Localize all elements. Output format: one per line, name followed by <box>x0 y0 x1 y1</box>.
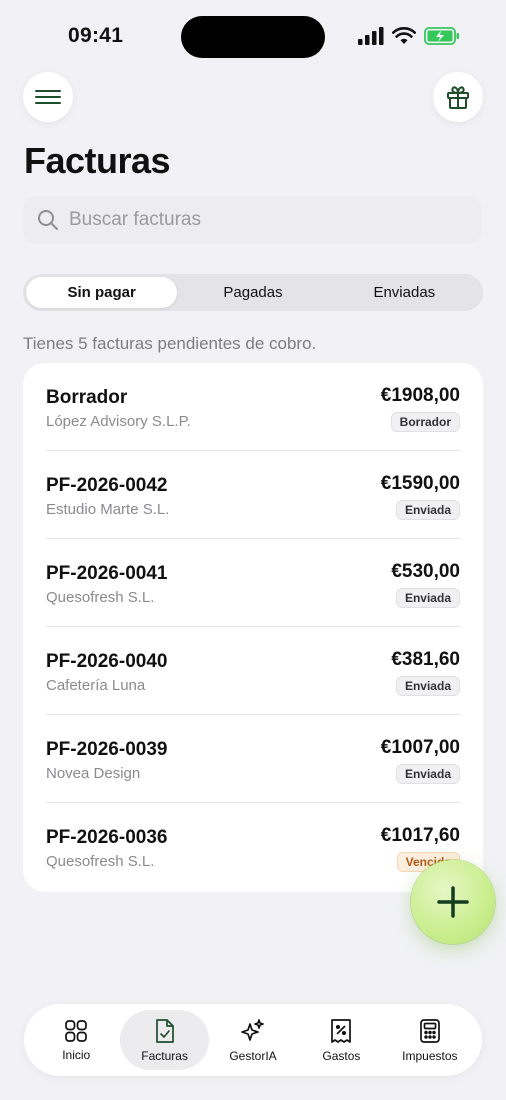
invoice-amount: €381,60 <box>391 649 460 670</box>
tab-gastos[interactable]: Gastos <box>297 1010 385 1070</box>
invoice-amount: €1007,00 <box>380 737 460 758</box>
status-badge: Borrador <box>390 412 460 432</box>
sparkles-icon <box>241 1018 264 1041</box>
status-badge: Enviada <box>395 500 460 520</box>
invoice-client: Quesofresh S.L. <box>46 853 155 870</box>
receipt-icon <box>331 1018 352 1043</box>
tab-gestoria[interactable]: GestorIA <box>209 1010 297 1070</box>
status-badge: Enviada <box>395 676 460 696</box>
invoice-row[interactable]: PF-2026-0041 Quesofresh S.L. €530,00 Env… <box>46 539 460 627</box>
search-input[interactable] <box>69 209 449 231</box>
grid-icon <box>65 1019 88 1042</box>
tab-facturas[interactable]: Facturas <box>120 1010 209 1070</box>
tab-label: Facturas <box>141 1048 188 1063</box>
invoice-number: Borrador <box>46 387 128 408</box>
invoice-client: Quesofresh S.L. <box>46 589 155 606</box>
invoice-amount: €530,00 <box>391 561 460 582</box>
pending-summary-text: Tienes 5 facturas pendientes de cobro. <box>23 334 317 353</box>
add-invoice-button[interactable] <box>411 860 495 944</box>
invoice-amount: €1590,00 <box>380 473 460 494</box>
invoice-number: PF-2026-0041 <box>46 563 168 584</box>
invoice-client: Estudio Marte S.L. <box>46 501 170 518</box>
invoice-filter-segmented-control: Sin pagar Pagadas Enviadas <box>23 274 483 311</box>
invoice-number: PF-2026-0040 <box>46 651 168 672</box>
invoice-number: PF-2026-0039 <box>46 739 168 760</box>
status-time: 09:41 <box>68 24 124 47</box>
gift-button[interactable] <box>433 72 483 122</box>
status-icons <box>358 27 460 45</box>
status-badge: Enviada <box>395 588 460 608</box>
invoice-row[interactable]: PF-2026-0039 Novea Design €1007,00 Envia… <box>46 715 460 803</box>
invoice-row[interactable]: Borrador López Advisory S.L.P. €1908,00 … <box>46 363 460 451</box>
invoice-row[interactable]: PF-2026-0040 Cafetería Luna €381,60 Envi… <box>46 627 460 715</box>
invoice-amount: €1017,60 <box>380 825 460 846</box>
gift-icon <box>447 86 469 109</box>
invoice-list: Borrador López Advisory S.L.P. €1908,00 … <box>23 363 483 892</box>
cellular-signal-icon <box>358 27 384 45</box>
tab-label: Impuestos <box>402 1048 458 1063</box>
invoice-client: López Advisory S.L.P. <box>46 413 191 430</box>
battery-charging-icon <box>424 27 459 45</box>
tab-inicio[interactable]: Inicio <box>32 1010 120 1070</box>
invoice-row[interactable]: PF-2026-0036 Quesofresh S.L. €1017,60 Ve… <box>46 803 460 891</box>
bottom-tab-bar: Inicio Facturas GestorIA Gastos Impuesto… <box>24 1004 482 1076</box>
invoice-client: Cafetería Luna <box>46 677 146 694</box>
invoice-row[interactable]: PF-2026-0042 Estudio Marte S.L. €1590,00… <box>46 451 460 539</box>
tab-label: GestorIA <box>229 1048 277 1063</box>
segment-enviadas[interactable]: Enviadas <box>329 277 480 308</box>
search-bar[interactable] <box>23 196 482 244</box>
tab-label: Gastos <box>322 1048 361 1063</box>
invoice-number: PF-2026-0042 <box>46 475 168 496</box>
menu-button[interactable] <box>23 72 73 122</box>
invoice-amount: €1908,00 <box>380 385 460 406</box>
status-badge: Enviada <box>395 764 460 784</box>
calculator-icon <box>419 1018 440 1043</box>
plus-icon <box>437 886 469 918</box>
invoice-client: Novea Design <box>46 765 141 782</box>
dynamic-island <box>181 16 325 58</box>
wifi-icon <box>392 27 416 44</box>
tab-impuestos[interactable]: Impuestos <box>386 1010 474 1070</box>
invoice-number: PF-2026-0036 <box>46 827 168 848</box>
segment-pagadas[interactable]: Pagadas <box>177 277 328 308</box>
tab-label: Inicio <box>62 1047 91 1062</box>
hamburger-menu-icon <box>35 90 61 104</box>
search-icon <box>38 210 58 230</box>
page-title: Facturas <box>24 140 171 181</box>
invoice-icon <box>155 1018 174 1043</box>
segment-sin-pagar[interactable]: Sin pagar <box>26 277 178 308</box>
status-bar: 09:41 <box>0 0 506 70</box>
